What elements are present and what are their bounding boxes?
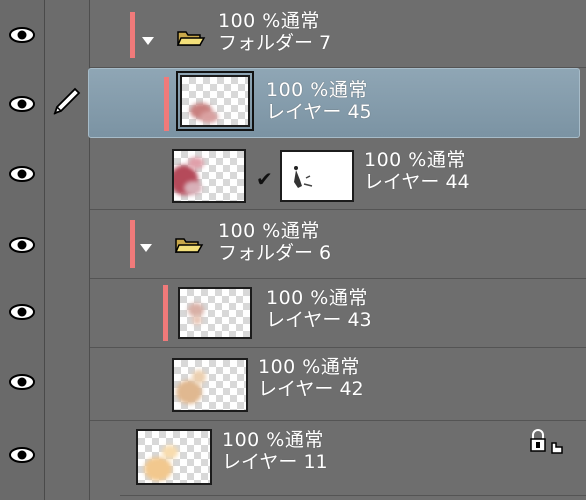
layer-blend-mode: 100 %通常 [222,429,324,451]
layer-name: レイヤー 43 [266,309,372,331]
layer-row-folder-6[interactable]: 100 %通常 フォルダー 6 [90,210,586,279]
layer-row-11[interactable]: 100 %通常 レイヤー 11 [120,421,586,496]
layer-thumbnail [178,287,252,339]
chevron-down-icon[interactable] [140,35,156,47]
eye-icon[interactable] [9,95,35,113]
eye-icon[interactable] [9,303,35,321]
layer-name: レイヤー 45 [266,101,372,123]
layer-thumbnail [172,358,248,412]
layer-blend-mode: 100 %通常 [364,149,466,171]
chevron-down-icon[interactable] [138,242,154,254]
layer-row-folder-7[interactable]: 100 %通常 フォルダー 7 [90,0,586,68]
layer-name: レイヤー 11 [222,451,328,473]
layer-row-44[interactable]: ✔ 100 %通常 レイヤー 44 [90,137,586,210]
layer-name: フォルダー 6 [218,242,332,264]
layer-blend-mode: 100 %通常 [258,356,360,378]
layer-row-45[interactable]: 100 %通常 レイヤー 45 [88,68,580,138]
folder-open-icon [176,31,206,46]
mask-link-check[interactable]: ✔ [256,167,273,191]
layer-blend-mode: 100 %通常 [266,79,368,101]
layer-name: レイヤー 44 [364,171,470,193]
clipping-bar [130,12,135,58]
layer-mask-thumbnail[interactable] [280,150,354,202]
layer-row-42[interactable]: 100 %通常 レイヤー 42 [90,348,586,421]
eye-icon[interactable] [9,165,35,183]
layer-blend-mode: 100 %通常 [218,220,320,242]
eye-icon[interactable] [9,446,35,464]
folder-open-icon [174,238,204,253]
layer-name: レイヤー 42 [258,378,364,400]
clipping-bar [130,220,135,268]
eye-icon[interactable] [9,26,35,44]
eye-icon[interactable] [9,236,35,254]
layer-blend-mode: 100 %通常 [266,287,368,309]
lock-icon[interactable] [528,429,568,455]
layer-blend-mode: 100 %通常 [218,10,320,32]
layer-row-43[interactable]: 100 %通常 レイヤー 43 [90,279,586,348]
clipping-bar [163,285,168,341]
edit-indicator-column [45,0,90,500]
pen-icon [53,87,81,115]
eye-icon[interactable] [9,373,35,391]
layer-thumbnail [136,429,212,485]
layer-name: フォルダー 7 [218,32,332,54]
layer-thumbnail [172,149,246,203]
clipping-bar [164,77,169,131]
layer-thumbnail [176,71,254,131]
